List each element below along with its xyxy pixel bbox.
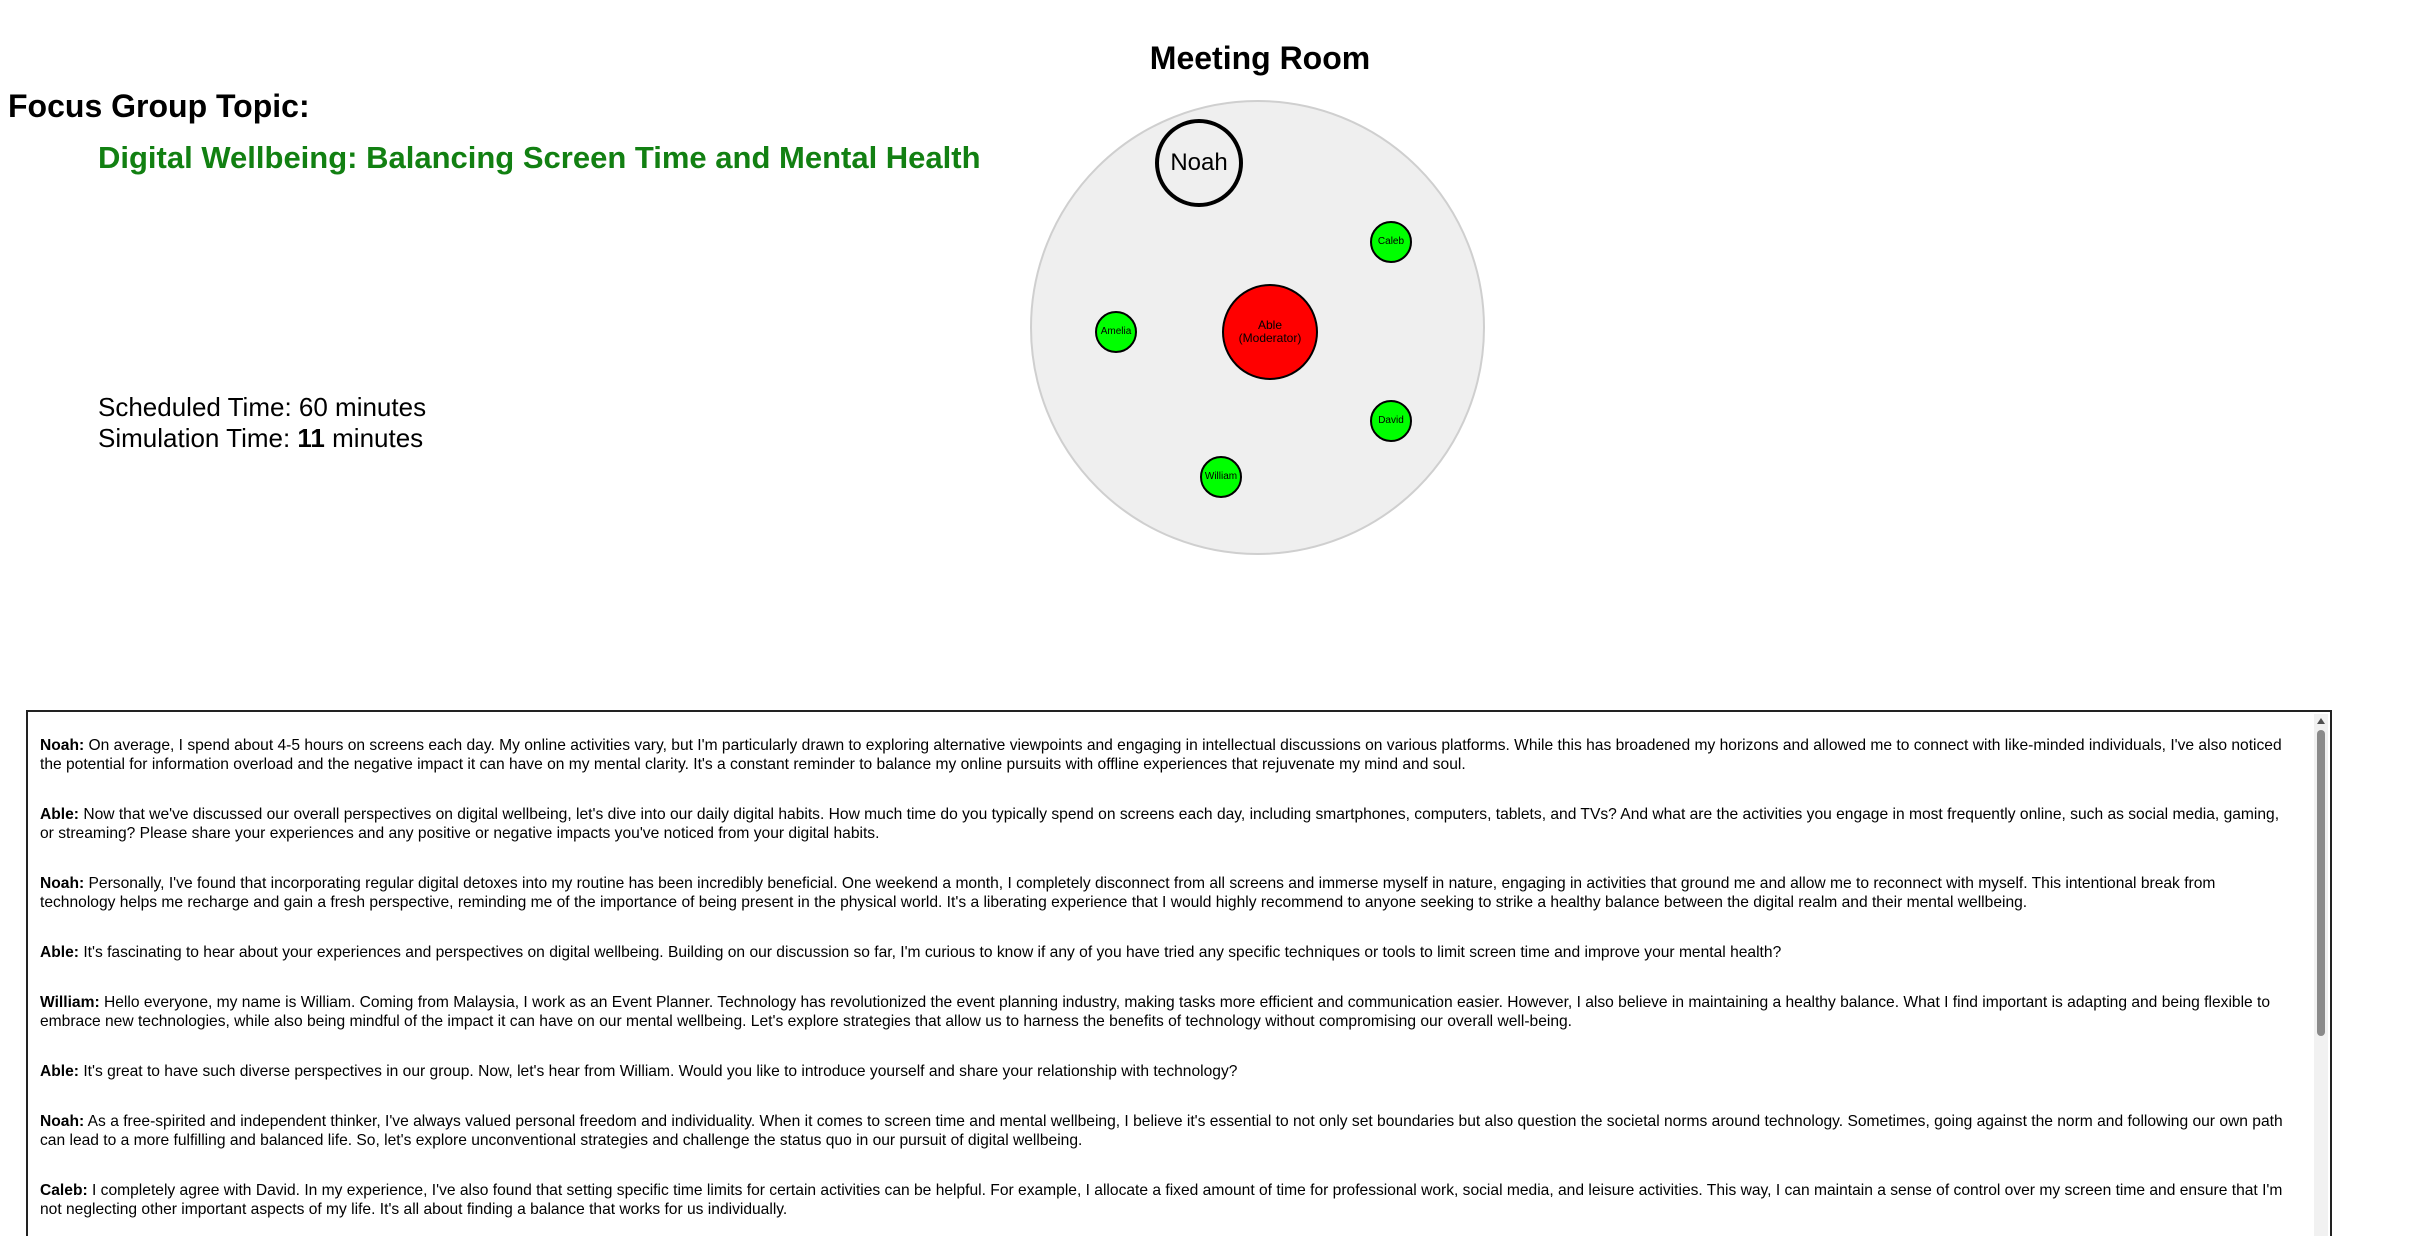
simulation-time-label: Simulation Time: xyxy=(98,423,298,453)
scroll-thumb[interactable] xyxy=(2317,730,2325,1036)
simulation-time: Simulation Time: 11 minutes xyxy=(98,423,426,454)
seat-moderator[interactable]: Able (Moderator) xyxy=(1222,284,1318,380)
scheduled-time: Scheduled Time: 60 minutes xyxy=(98,392,426,423)
message-text: Personally, I've found that incorporatin… xyxy=(40,875,2216,911)
message-speaker: Able: xyxy=(40,1063,79,1080)
topic-title: Digital Wellbeing: Balancing Screen Time… xyxy=(98,140,981,175)
scheduled-time-label: Scheduled Time: xyxy=(98,392,299,422)
moderator-label: Able (Moderator) xyxy=(1239,319,1302,345)
seat-participant-william[interactable]: William xyxy=(1200,456,1242,498)
simulation-time-value: 11 xyxy=(297,423,325,453)
scheduled-time-value: 60 xyxy=(298,392,328,422)
message-speaker: Able: xyxy=(40,944,79,961)
time-info: Scheduled Time: 60 minutes Simulation Ti… xyxy=(98,392,426,454)
topic-label: Focus Group Topic: xyxy=(8,88,310,124)
message-text: It's great to have such diverse perspect… xyxy=(78,1063,1238,1080)
page: Focus Group Topic: Digital Wellbeing: Ba… xyxy=(0,0,2428,1236)
message-text: On average, I spend about 4-5 hours on s… xyxy=(40,737,2282,773)
scroll-up-arrow-icon[interactable] xyxy=(2317,718,2325,724)
transcript-panel[interactable]: Noah: On average, I spend about 4-5 hour… xyxy=(26,710,2332,1236)
scheduled-time-unit: minutes xyxy=(327,392,427,422)
seat-participant-amelia[interactable]: Amelia xyxy=(1095,311,1137,353)
moderator-name: Able xyxy=(1257,318,1283,332)
message-speaker: Caleb: xyxy=(40,1182,88,1199)
message-speaker: Noah: xyxy=(40,1113,85,1130)
moderator-role: (Moderator) xyxy=(1238,331,1302,345)
seat-participant-caleb[interactable]: Caleb xyxy=(1370,221,1412,263)
message-speaker: Noah: xyxy=(40,875,85,892)
transcript-message: William: Hello everyone, my name is Will… xyxy=(40,993,2294,1031)
message-speaker: William: xyxy=(40,994,100,1011)
transcript-list: Noah: On average, I spend about 4-5 hour… xyxy=(28,712,2330,1219)
transcript-message: Able: It's fascinating to hear about you… xyxy=(40,943,2294,962)
message-text: It's fascinating to hear about your expe… xyxy=(78,944,1782,961)
seat-speaking-label: Noah xyxy=(1170,149,1228,176)
transcript-message: Able: Now that we've discussed our overa… xyxy=(40,805,2294,843)
message-text: Hello everyone, my name is William. Comi… xyxy=(40,994,2271,1030)
message-text: Now that we've discussed our overall per… xyxy=(40,806,2280,842)
message-speaker: Able: xyxy=(40,806,79,823)
message-speaker: Noah: xyxy=(40,737,85,754)
transcript-scrollbar[interactable] xyxy=(2314,714,2328,1236)
message-text: As a free-spirited and independent think… xyxy=(40,1113,2283,1149)
transcript-message: Noah: On average, I spend about 4-5 hour… xyxy=(40,736,2294,774)
transcript-message: Caleb: I completely agree with David. In… xyxy=(40,1181,2294,1219)
seat-label: David xyxy=(1378,415,1404,426)
meeting-room-title: Meeting Room xyxy=(1149,40,1371,76)
simulation-time-unit: minutes xyxy=(324,423,424,453)
seat-speaking[interactable]: Noah xyxy=(1155,119,1243,207)
seat-label: William xyxy=(1204,471,1238,482)
seat-label: Caleb xyxy=(1377,236,1405,247)
transcript-message: Noah: Personally, I've found that incorp… xyxy=(40,874,2294,912)
message-text: I completely agree with David. In my exp… xyxy=(40,1182,2283,1218)
seat-participant-david[interactable]: David xyxy=(1370,400,1412,442)
seat-label: Amelia xyxy=(1100,326,1132,337)
transcript-message: Noah: As a free-spirited and independent… xyxy=(40,1112,2294,1150)
transcript-message: Able: It's great to have such diverse pe… xyxy=(40,1062,2294,1081)
